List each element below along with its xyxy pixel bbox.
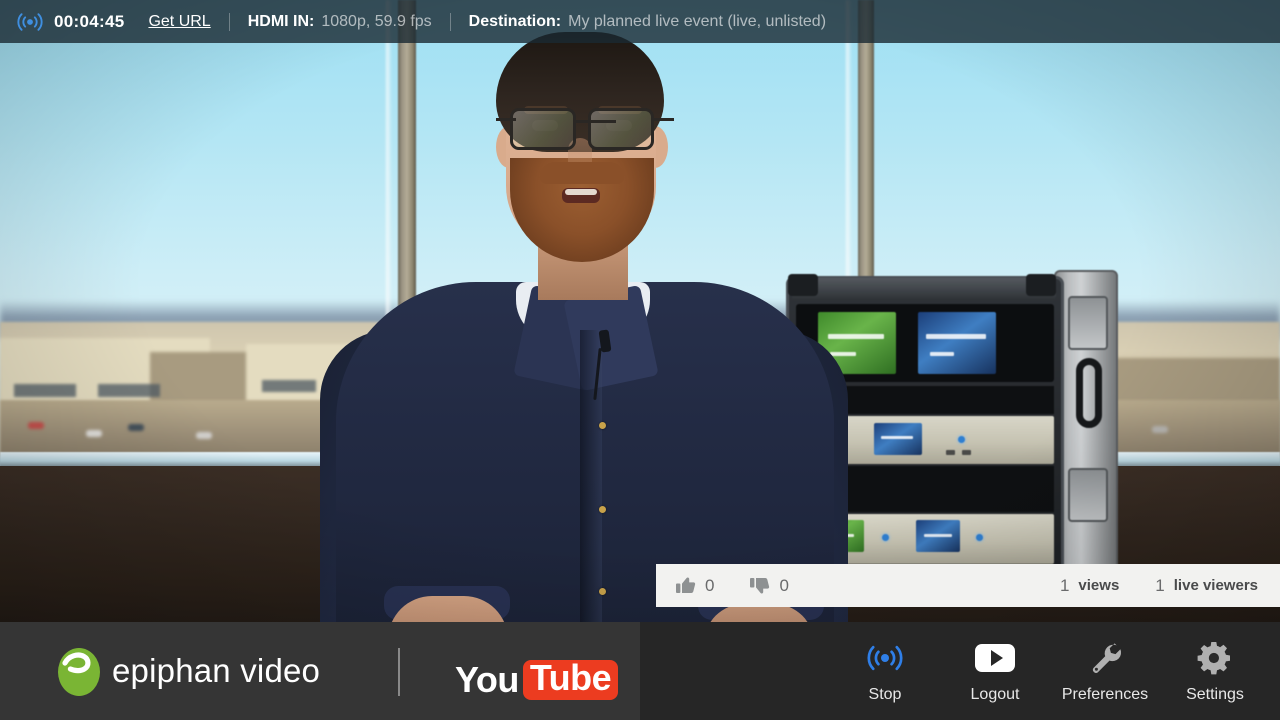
- destination-value: My planned live event (live, unlisted): [568, 12, 827, 30]
- stream-timer: 00:04:45: [54, 11, 125, 31]
- youtube-tube-text: Tube: [522, 659, 619, 700]
- settings-button[interactable]: Settings: [1160, 622, 1270, 720]
- views-label: views: [1078, 577, 1120, 594]
- broadcast-icon: [865, 639, 905, 677]
- stop-button-label: Stop: [868, 685, 902, 703]
- hdmi-input-status: HDMI IN: 1080p, 59.9 fps: [248, 13, 432, 31]
- likes-count: 0: [705, 575, 715, 595]
- live-viewers-count: 1: [1155, 575, 1165, 595]
- settings-button-label: Settings: [1186, 685, 1244, 703]
- likes-group: 0: [676, 576, 714, 596]
- preferences-button-label: Preferences: [1061, 685, 1149, 703]
- logout-button-label: Logout: [970, 685, 1020, 703]
- thumbs-down-icon: [750, 576, 770, 595]
- video-preview[interactable]: [0, 0, 1280, 622]
- broadcast-icon: [16, 11, 44, 33]
- live-viewers-label: live viewers: [1173, 577, 1258, 594]
- dislikes-group: 0: [750, 575, 789, 596]
- views-group: 1 views: [1060, 576, 1119, 596]
- destination-status: Destination: My planned live event (live…: [469, 13, 826, 31]
- top-status-bar: 00:04:45 Get URL HDMI IN: 1080p, 59.9 fp…: [0, 0, 1280, 43]
- streaming-console-screen: 00:04:45 Get URL HDMI IN: 1080p, 59.9 fp…: [0, 0, 1280, 720]
- stop-button[interactable]: Stop: [830, 622, 940, 720]
- logout-button[interactable]: Logout: [940, 622, 1050, 720]
- divider: [228, 12, 230, 31]
- presenter-figure: [300, 30, 860, 622]
- gear-icon: [1197, 639, 1233, 677]
- branding-panel: epiphan video You Tube: [0, 622, 640, 720]
- destination-label: Destination:: [468, 12, 562, 30]
- wrench-icon: [1087, 639, 1123, 677]
- brand-divider: [398, 648, 400, 696]
- epiphan-logo: epiphan video: [56, 645, 320, 697]
- stream-stats-bar: 0 0 1 views 1 live viewers: [656, 564, 1280, 607]
- views-count: 1: [1059, 575, 1070, 595]
- live-viewers-group: 1 live viewers: [1155, 576, 1258, 596]
- dislikes-count: 0: [779, 575, 789, 595]
- get-url-link[interactable]: Get URL: [148, 13, 210, 31]
- action-button-group: Stop Logout Preferences Settings: [830, 622, 1280, 720]
- youtube-logo: You Tube: [455, 658, 619, 700]
- preferences-button[interactable]: Preferences: [1050, 622, 1160, 720]
- epiphan-wordmark: epiphan video: [112, 652, 321, 689]
- bottom-toolbar: epiphan video You Tube Stop Logout Prefe…: [0, 622, 1280, 720]
- divider: [449, 12, 451, 31]
- epiphan-mark-icon: [56, 645, 102, 697]
- hdmi-value: 1080p, 59.9 fps: [321, 12, 432, 30]
- hdmi-label: HDMI IN:: [247, 12, 315, 30]
- thumbs-up-icon: [676, 576, 696, 595]
- youtube-you-text: You: [455, 658, 519, 700]
- eyeglasses: [496, 108, 674, 152]
- youtube-play-icon: [975, 639, 1015, 677]
